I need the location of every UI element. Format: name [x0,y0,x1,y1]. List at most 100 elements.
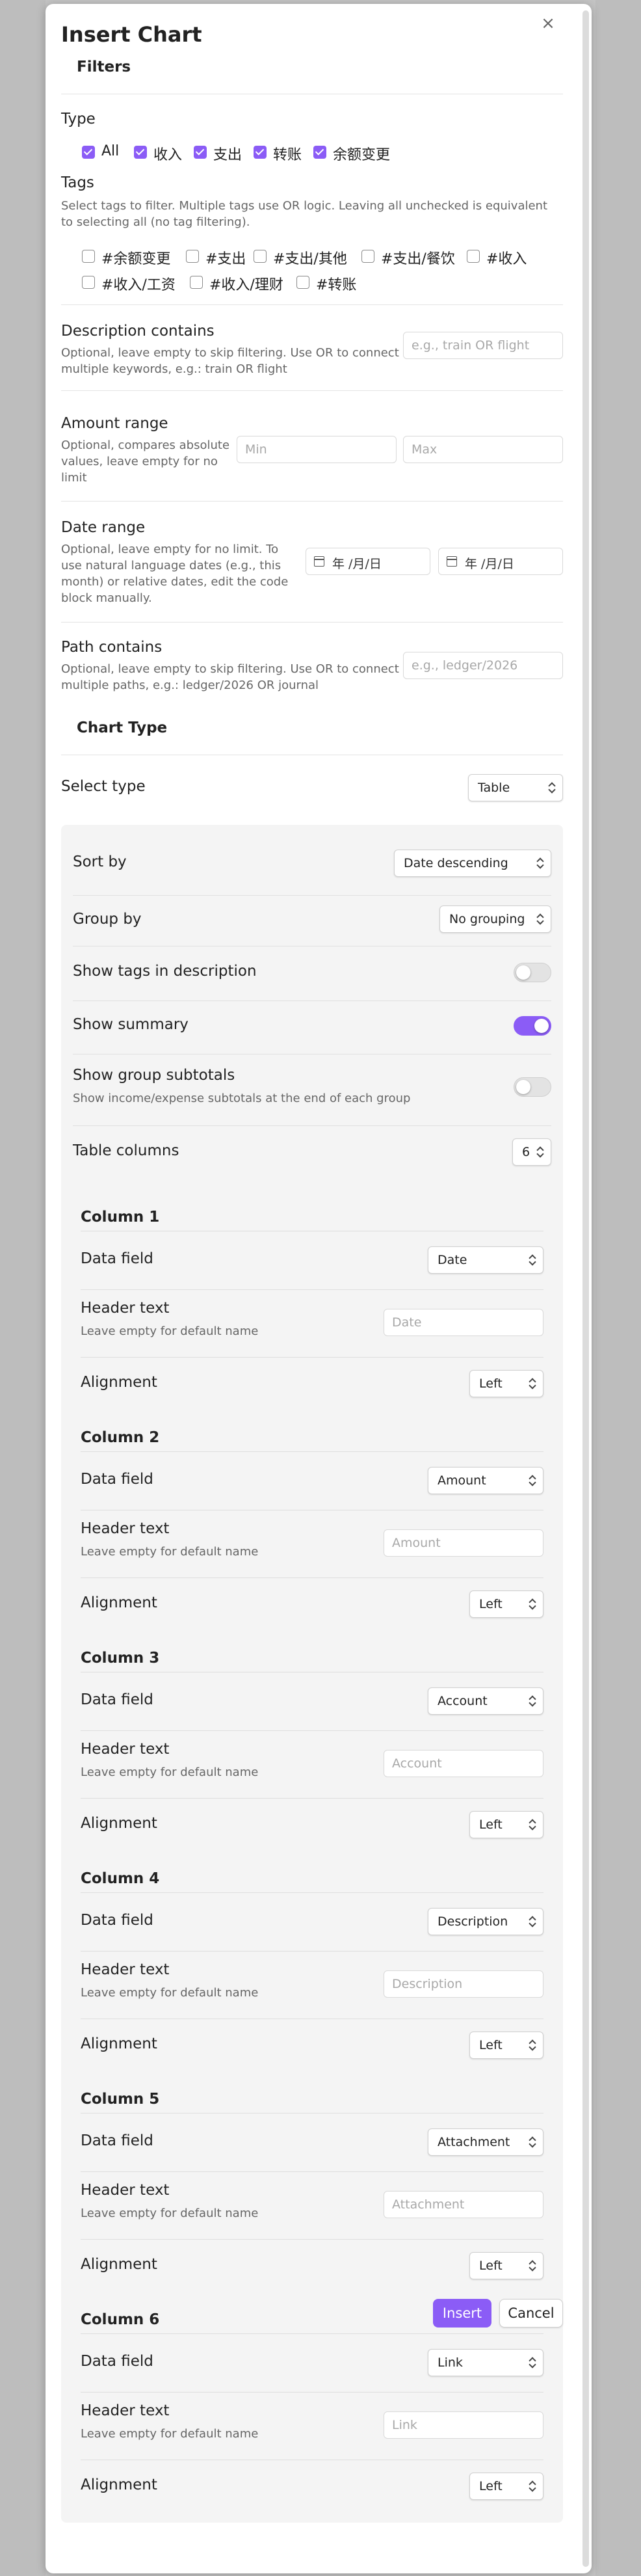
header-text-input[interactable] [384,1750,543,1777]
alignment-select[interactable]: Left [469,1590,543,1618]
alignment-label: Alignment [81,2476,157,2493]
data-field-label: Data field [81,2353,153,2370]
tag-option-label: #余额变更 [101,251,171,267]
divider [61,390,563,391]
tag-checkbox[interactable] [82,250,95,263]
column-heading: Column 4 [81,1870,160,1887]
tag-checkbox[interactable] [190,276,203,289]
show-group-subtotals-toggle[interactable] [514,1077,551,1097]
chevron-updown-icon [529,1377,535,1390]
description-contains-input[interactable] [403,332,563,359]
type-label: Type [61,111,96,127]
alignment-label: Alignment [81,1594,157,1611]
header-text-hint: Leave empty for default name [81,1545,259,1559]
type-checkbox-income[interactable] [134,146,147,159]
alignment-value: Left [479,2259,503,2273]
filters-heading: Filters [77,59,131,75]
show-tags-toggle[interactable] [514,963,551,982]
alignment-select[interactable]: Left [469,1811,543,1838]
alignment-value: Left [479,1376,503,1391]
amount-max-input[interactable] [403,436,563,463]
amount-min-input[interactable] [237,436,397,463]
column-heading: Column 5 [81,2091,160,2108]
alignment-select[interactable]: Left [469,2473,543,2500]
description-contains-label: Description contains [61,323,215,340]
tag-checkbox[interactable] [254,250,267,263]
path-contains-input[interactable] [403,652,563,679]
data-field-select[interactable]: Attachment [428,2128,543,2156]
data-field-select[interactable]: Account [428,1687,543,1715]
divider [61,304,563,305]
group-by-select[interactable]: No grouping [439,906,551,933]
data-field-select[interactable]: Amount [428,1467,543,1494]
tag-checkbox[interactable] [361,250,374,263]
chevron-updown-icon [529,1695,535,1708]
insert-chart-dialog: × Insert Chart Filters Type All 收入 支出 转账… [46,4,592,2573]
group-by-label: Group by [73,911,142,928]
data-field-label: Data field [81,1471,153,1488]
type-checkbox-all[interactable] [82,146,95,159]
chevron-updown-icon [529,2136,535,2149]
divider [81,1451,543,1452]
chart-type-value: Table [478,781,510,795]
header-text-input[interactable] [384,1970,543,1998]
data-field-select[interactable]: Date [428,1246,543,1274]
alignment-select[interactable]: Left [469,2032,543,2059]
divider [81,1892,543,1893]
table-columns-label: Table columns [73,1142,179,1159]
header-text-input[interactable] [384,2191,543,2218]
type-checkbox-expense[interactable] [194,146,207,159]
cancel-button[interactable]: Cancel [499,2299,563,2328]
chevron-updown-icon [529,2259,535,2272]
alignment-select[interactable]: Left [469,1370,543,1397]
divider [81,1730,543,1731]
tag-checkbox[interactable] [186,250,199,263]
type-checkbox-balance[interactable] [313,146,326,159]
tag-checkbox[interactable] [82,276,95,289]
show-summary-toggle[interactable] [514,1016,551,1036]
tag-checkbox[interactable] [296,276,309,289]
date-start-value: 年 /月/日 [332,557,382,571]
header-text-label: Header text [81,1961,170,1978]
chart-type-select[interactable]: Table [468,774,563,801]
header-text-label: Header text [81,2402,170,2419]
table-columns-select[interactable]: 6 [512,1138,551,1166]
group-by-value: No grouping [449,912,525,926]
divider [81,1798,543,1799]
path-contains-label: Path contains [61,639,163,656]
type-option-label: 收入 [153,147,183,163]
column-heading: Column 2 [81,1429,160,1446]
chevron-updown-icon [529,2480,535,2493]
header-text-hint: Leave empty for default name [81,2207,259,2220]
insert-button[interactable]: Insert [433,2299,491,2328]
show-group-subtotals-hint: Show income/expense subtotals at the end… [73,1092,411,1105]
header-text-input[interactable] [384,2411,543,2439]
close-icon[interactable]: × [540,15,556,33]
description-contains-hint: Optional, leave empty to skip filtering.… [61,346,399,376]
alignment-select[interactable]: Left [469,2252,543,2279]
divider [81,1577,543,1578]
data-field-label: Data field [81,2132,153,2149]
tag-option-label: #转账 [316,277,357,293]
header-text-input[interactable] [384,1529,543,1557]
chevron-updown-icon [536,1146,543,1159]
date-end-input[interactable]: 年 /月/日 [438,548,563,575]
data-field-value: Amount [438,1473,486,1488]
tag-checkbox[interactable] [467,250,480,263]
header-text-hint: Leave empty for default name [81,1324,259,1338]
data-field-value: Link [438,2355,463,2370]
header-text-hint: Leave empty for default name [81,2427,259,2441]
chevron-updown-icon [529,1915,535,1928]
type-checkbox-transfer[interactable] [254,146,267,159]
sort-by-select[interactable]: Date descending [394,850,551,877]
data-field-select[interactable]: Link [428,2349,543,2376]
data-field-select[interactable]: Description [428,1908,543,1935]
alignment-label: Alignment [81,2256,157,2273]
tag-option-label: #收入/理财 [209,277,283,293]
header-text-input[interactable] [384,1309,543,1336]
dialog-scrollbar[interactable] [582,10,589,2567]
chevron-updown-icon [536,913,543,926]
scrollbar-thumb[interactable] [582,10,589,2567]
divider [81,1951,543,1952]
date-start-input[interactable]: 年 /月/日 [306,548,430,575]
